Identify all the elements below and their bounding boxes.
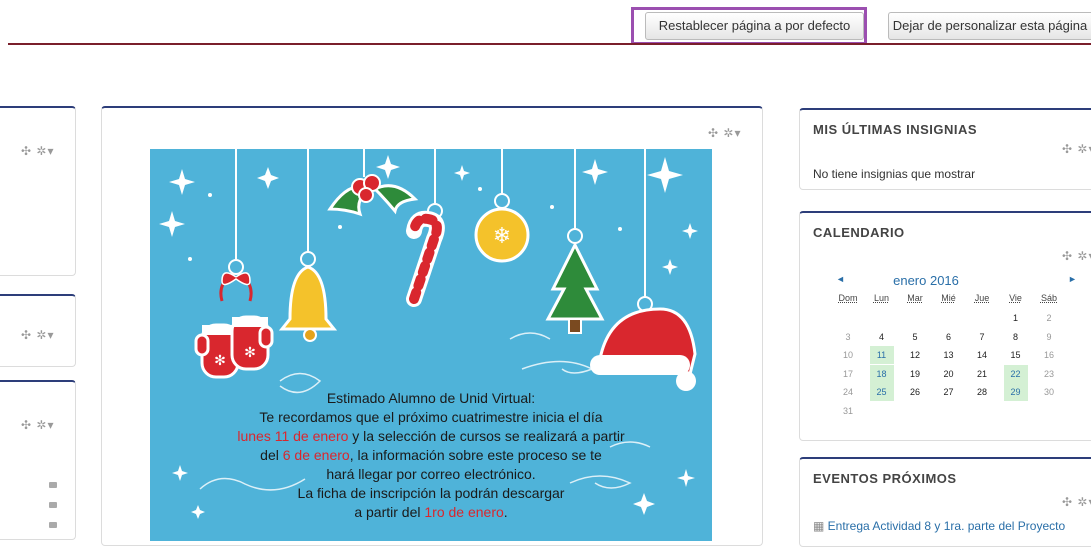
- weekday-header: Mar: [907, 293, 923, 303]
- weekday-header: Lun: [873, 293, 890, 303]
- calendar-day[interactable]: 30: [1037, 383, 1061, 401]
- calendar-icon: ▦: [813, 519, 828, 533]
- calendar-day[interactable]: 14: [970, 346, 994, 364]
- message-line-1: Estimado Alumno de Unid Virtual:: [327, 390, 535, 406]
- badges-title: MIS ÚLTIMAS INSIGNIAS: [813, 122, 978, 137]
- svg-text:✻: ✻: [244, 344, 256, 360]
- calendar-day[interactable]: 12: [903, 346, 927, 364]
- block-controls-icon[interactable]: ✣ ✲▾: [1062, 249, 1091, 263]
- events-block: EVENTOS PRÓXIMOS ✣ ✲▾ ▦ Entrega Activida…: [799, 457, 1091, 547]
- calendar-day[interactable]: 26: [903, 383, 927, 401]
- badges-empty-text: No tiene insignias que mostrar: [813, 167, 976, 181]
- calendar-day[interactable]: 21: [970, 365, 994, 383]
- comment-icon: [49, 482, 57, 488]
- block-controls-icon[interactable]: ✣ ✲▾: [1062, 142, 1091, 156]
- block-controls-icon[interactable]: ✣ ✲▾: [21, 328, 54, 342]
- calendar-day[interactable]: 16: [1037, 346, 1061, 364]
- calendar-day[interactable]: 5: [903, 328, 927, 346]
- calendar-day[interactable]: 19: [903, 365, 927, 383]
- badges-block: MIS ÚLTIMAS INSIGNIAS ✣ ✲▾ No tiene insi…: [799, 108, 1091, 190]
- christmas-poster: ✻ ✻ ❄ Estimado Alumno de Unid Virtual: T…: [150, 149, 712, 541]
- calendar-day[interactable]: 8: [1004, 328, 1028, 346]
- message-line-2: Te recordamos que el próximo cuatrimestr…: [259, 409, 602, 425]
- calendar-day[interactable]: 17: [836, 365, 860, 383]
- svg-text:✻: ✻: [214, 352, 226, 368]
- message-line-5: hará llegar por correo electrónico.: [326, 466, 535, 482]
- message-line-6: La ficha de inscripción la podrán descar…: [298, 485, 565, 501]
- block-controls-icon[interactable]: ✣ ✲▾: [1062, 495, 1091, 509]
- calendar-day[interactable]: 13: [937, 346, 961, 364]
- weekday-header: Sáb: [1040, 293, 1057, 303]
- header-divider: [8, 43, 1091, 45]
- left-block-1: ✣ ✲▾: [0, 106, 76, 276]
- calendar-day[interactable]: 6: [937, 328, 961, 346]
- left-block-2: ✣ ✲▾: [0, 294, 76, 367]
- calendar-day[interactable]: 24: [836, 383, 860, 401]
- calendar-day[interactable]: 4: [870, 328, 894, 346]
- page-header: Restablecer página a por defecto Dejar d…: [0, 0, 1091, 46]
- calendar-day[interactable]: 1: [1004, 309, 1028, 327]
- weekday-header: Mié: [941, 293, 956, 303]
- calendar-day[interactable]: 23: [1037, 365, 1061, 383]
- message-line-7: a partir del 1ro de enero.: [354, 504, 507, 520]
- calendar-day[interactable]: 15: [1004, 346, 1028, 364]
- highlight-frame: [631, 7, 867, 45]
- event-link[interactable]: ▦ Entrega Actividad 8 y 1ra. parte del P…: [813, 519, 1065, 533]
- events-title: EVENTOS PRÓXIMOS: [813, 471, 957, 486]
- calendar-day[interactable]: 10: [836, 346, 860, 364]
- calendar-next-arrow[interactable]: ►: [1068, 274, 1077, 284]
- calendar-day[interactable]: 9: [1037, 328, 1061, 346]
- calendar-month[interactable]: enero 2016: [800, 273, 1052, 288]
- block-controls-icon[interactable]: ✣ ✲▾: [21, 418, 54, 432]
- calendar-day[interactable]: 18: [869, 364, 894, 383]
- calendar-day[interactable]: 27: [937, 383, 961, 401]
- comment-icon: [49, 502, 57, 508]
- stop-customizing-button[interactable]: Dejar de personalizar esta página: [888, 12, 1091, 40]
- calendar-day[interactable]: 28: [970, 383, 994, 401]
- calendar-day[interactable]: 22: [1003, 364, 1028, 383]
- block-controls-icon[interactable]: ✣ ✲▾: [21, 144, 54, 158]
- comment-icon: [49, 522, 57, 528]
- calendar-day[interactable]: 20: [937, 365, 961, 383]
- calendar-block: CALENDARIO ✣ ✲▾ ◄ enero 2016 ► DomLunMar…: [799, 211, 1091, 441]
- calendar-day[interactable]: 31: [836, 402, 860, 420]
- weekday-header: Dom: [838, 293, 858, 303]
- calendar-day[interactable]: 25: [869, 383, 894, 401]
- message-line-3: lunes 11 de enero y la selección de curs…: [237, 428, 625, 444]
- block-controls-icon[interactable]: ✣ ✲▾: [708, 126, 741, 140]
- svg-text:❄: ❄: [493, 223, 511, 248]
- calendar-day[interactable]: 29: [1003, 383, 1028, 401]
- left-block-3: ✣ ✲▾: [0, 380, 76, 540]
- calendar-day[interactable]: 3: [836, 328, 860, 346]
- calendar-title: CALENDARIO: [813, 225, 905, 240]
- calendar-day[interactable]: 7: [970, 328, 994, 346]
- weekday-header: Jue: [974, 293, 990, 303]
- calendar-day[interactable]: 2: [1037, 309, 1061, 327]
- message-line-4: del 6 de enero, la información sobre est…: [260, 447, 602, 463]
- calendar-day[interactable]: 11: [869, 346, 894, 364]
- weekday-header: Vie: [1009, 293, 1022, 303]
